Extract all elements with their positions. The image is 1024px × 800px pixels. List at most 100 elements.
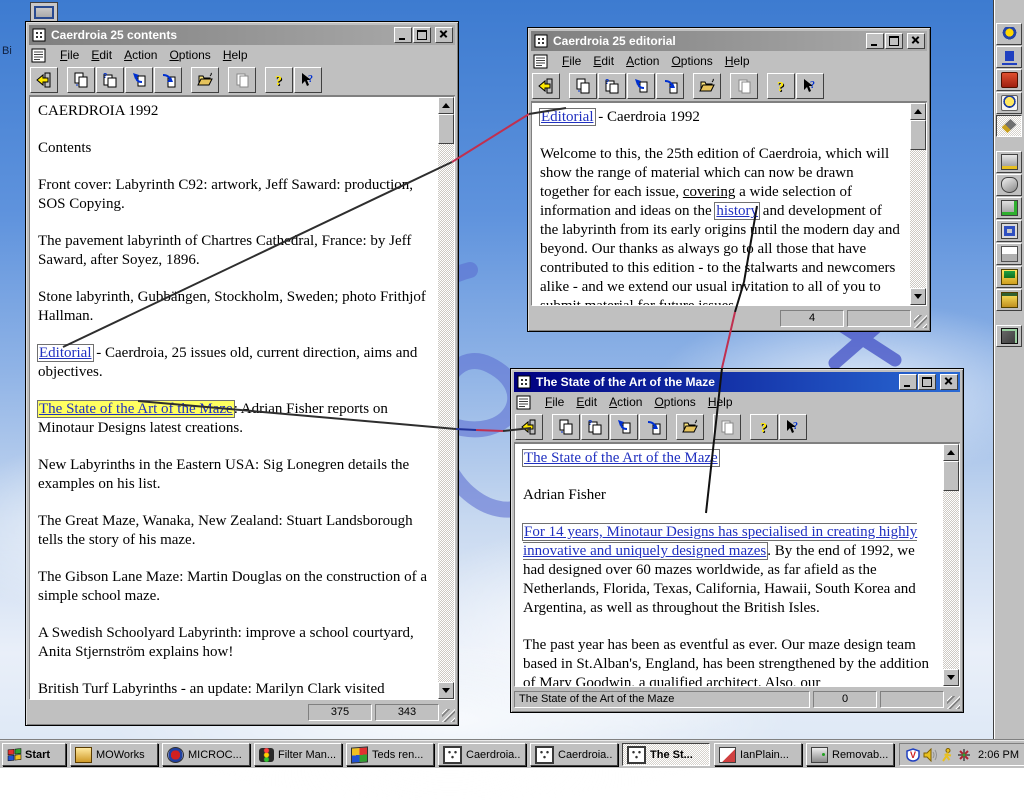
shortcut-button-plug[interactable]: [996, 115, 1022, 137]
taskbar-button-caerdroia[interactable]: Caerdroia...: [530, 743, 618, 766]
scroll-down-button[interactable]: [910, 288, 926, 305]
menu-action[interactable]: Action: [603, 393, 648, 411]
menu-options[interactable]: Options: [648, 393, 701, 411]
taskbar-button-the-st[interactable]: The St...: [622, 743, 710, 766]
hyperlink[interactable]: history: [715, 203, 759, 219]
exit-button[interactable]: [532, 73, 560, 99]
taskbar-button-moworks[interactable]: MOWorks: [70, 743, 158, 766]
scroll-up-button[interactable]: [910, 103, 926, 120]
shortcut-button-disk-question[interactable]: [996, 151, 1022, 173]
system-menu-icon[interactable]: [31, 27, 47, 43]
shortcut-button-toolbox[interactable]: [996, 69, 1022, 91]
title-bar[interactable]: Caerdroia 25 editorial: [531, 31, 927, 51]
document-list-icon[interactable]: [515, 394, 533, 410]
shortcut-button-w-letter[interactable]: [996, 46, 1022, 68]
volume-icon[interactable]: [923, 748, 937, 762]
replace-page-button[interactable]: ?: [96, 67, 124, 93]
vertical-scrollbar[interactable]: [910, 103, 926, 305]
menu-options[interactable]: Options: [163, 46, 216, 64]
help-button[interactable]: ??: [750, 414, 778, 440]
scrollbar-track[interactable]: [943, 491, 959, 669]
document-list-icon[interactable]: [532, 53, 550, 69]
context-help-button[interactable]: ?: [294, 67, 322, 93]
desktop-icon-computer[interactable]: [30, 2, 58, 23]
clock[interactable]: 2:06 PM: [978, 749, 1019, 761]
replace-page-button[interactable]: ?: [581, 414, 609, 440]
copy-page-button[interactable]: [569, 73, 597, 99]
shortcut-button-floppy[interactable]: [996, 325, 1022, 347]
menu-file[interactable]: File: [54, 46, 85, 64]
scroll-up-button[interactable]: [438, 97, 454, 114]
hyperlink[interactable]: The State of the Art of the Maze: [523, 450, 719, 466]
schedule-star-icon[interactable]: [957, 748, 971, 762]
menu-edit[interactable]: Edit: [570, 393, 603, 411]
scroll-down-button[interactable]: [438, 682, 454, 699]
shortcut-button-printer[interactable]: [996, 197, 1022, 219]
copy-button[interactable]: [713, 414, 741, 440]
help-button[interactable]: ??: [265, 67, 293, 93]
minimize-button[interactable]: [899, 374, 917, 390]
scroll-up-button[interactable]: [943, 444, 959, 461]
taskbar-button-microc[interactable]: MICROC...: [162, 743, 250, 766]
shortcut-button-bug[interactable]: [996, 23, 1022, 45]
link-forward-button[interactable]: [639, 414, 667, 440]
scroll-down-button[interactable]: [943, 669, 959, 686]
resize-grip[interactable]: [442, 709, 455, 722]
scrollbar-thumb[interactable]: [910, 120, 926, 150]
antivirus-shield-icon[interactable]: V: [906, 748, 920, 762]
title-bar[interactable]: Caerdroia 25 contents: [29, 25, 455, 45]
close-button[interactable]: [940, 374, 958, 390]
hyperlink[interactable]: Editorial: [540, 109, 595, 125]
open-file-button[interactable]: [191, 67, 219, 93]
shortcut-button-lightbulb[interactable]: [996, 92, 1022, 114]
shortcut-button-monitor[interactable]: [996, 220, 1022, 242]
link-forward-button[interactable]: [656, 73, 684, 99]
shortcut-button-inbox-green[interactable]: [996, 266, 1022, 288]
copy-page-button[interactable]: [552, 414, 580, 440]
context-help-button[interactable]: ?: [796, 73, 824, 99]
menu-edit[interactable]: Edit: [85, 46, 118, 64]
scrollbar-track[interactable]: [910, 150, 926, 288]
menu-file[interactable]: File: [556, 52, 587, 70]
start-button[interactable]: Start: [2, 743, 66, 766]
maximize-button[interactable]: [885, 33, 903, 49]
menu-file[interactable]: File: [539, 393, 570, 411]
context-help-button[interactable]: ?: [779, 414, 807, 440]
document-list-icon[interactable]: [30, 47, 48, 63]
minimize-button[interactable]: [866, 33, 884, 49]
close-button[interactable]: [435, 27, 453, 43]
system-menu-icon[interactable]: [516, 374, 532, 390]
menu-edit[interactable]: Edit: [587, 52, 620, 70]
vertical-scrollbar[interactable]: [438, 97, 454, 699]
minimize-button[interactable]: [394, 27, 412, 43]
open-file-button[interactable]: [693, 73, 721, 99]
resize-grip[interactable]: [914, 315, 927, 328]
maximize-button[interactable]: [413, 27, 431, 43]
scrollbar-track[interactable]: [438, 144, 454, 682]
menu-action[interactable]: Action: [620, 52, 665, 70]
title-bar[interactable]: The State of the Art of the Maze: [514, 372, 960, 392]
menu-help[interactable]: Help: [702, 393, 739, 411]
system-menu-icon[interactable]: [533, 33, 549, 49]
taskbar-button-caerdroia[interactable]: Caerdroia...: [438, 743, 526, 766]
taskbar-button-filter-man[interactable]: Filter Man...: [254, 743, 342, 766]
help-button[interactable]: ??: [767, 73, 795, 99]
replace-page-button[interactable]: ?: [598, 73, 626, 99]
menu-help[interactable]: Help: [719, 52, 756, 70]
hyperlink[interactable]: Editorial: [38, 345, 93, 361]
taskbar-button-ianplain[interactable]: IanPlain...: [714, 743, 802, 766]
scrollbar-thumb[interactable]: [943, 461, 959, 491]
exit-button[interactable]: [30, 67, 58, 93]
vertical-scrollbar[interactable]: [943, 444, 959, 686]
open-file-button[interactable]: [676, 414, 704, 440]
taskbar-button-removab[interactable]: Removab...: [806, 743, 894, 766]
link-back-button[interactable]: [125, 67, 153, 93]
menu-options[interactable]: Options: [665, 52, 718, 70]
shortcut-button-inbox-yellow[interactable]: [996, 289, 1022, 311]
hyperlink[interactable]: The State of the Art of the Maze: [38, 401, 234, 417]
taskbar-button-teds-ren[interactable]: Teds ren...: [346, 743, 434, 766]
resize-grip[interactable]: [947, 696, 960, 709]
copy-page-button[interactable]: [67, 67, 95, 93]
copy-button[interactable]: [228, 67, 256, 93]
menu-action[interactable]: Action: [118, 46, 163, 64]
